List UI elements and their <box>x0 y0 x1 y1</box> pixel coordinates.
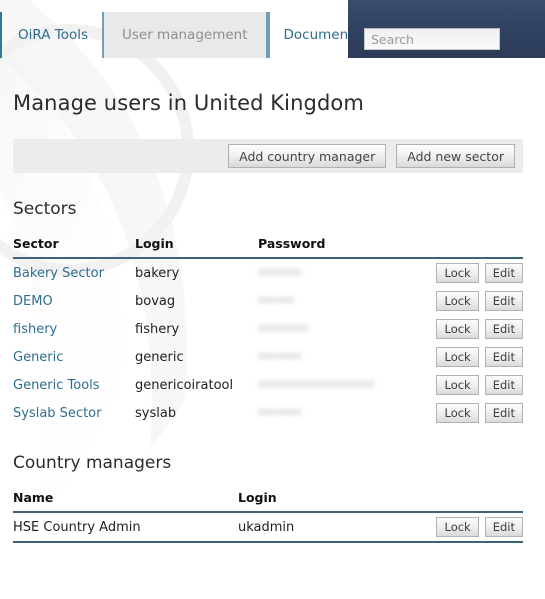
manager-login-cell: ukadmin <box>238 512 428 543</box>
main-content: Manage users in United Kingdom Add count… <box>0 58 545 543</box>
sector-actions-cell: Lock Edit <box>428 287 523 315</box>
sector-name-cell: Generic Tools <box>13 371 135 399</box>
sector-actions-cell: Lock Edit <box>428 343 523 371</box>
edit-button[interactable]: Edit <box>484 375 523 395</box>
add-new-sector-button[interactable]: Add new sector <box>396 144 515 168</box>
edit-button[interactable]: Edit <box>484 291 523 311</box>
password-redacted: •••••• <box>258 349 302 364</box>
lock-button[interactable]: Lock <box>436 263 479 283</box>
edit-button[interactable]: Edit <box>484 347 523 367</box>
password-redacted: ••••• <box>258 293 295 308</box>
sector-password-cell: •••••• <box>258 399 428 427</box>
column-header-manager-login: Login <box>238 490 428 513</box>
lock-button[interactable]: Lock <box>436 517 479 537</box>
sector-link[interactable]: DEMO <box>13 294 53 309</box>
sector-actions-cell: Lock Edit <box>428 399 523 427</box>
sectors-table-header-row: Sector Login Password <box>13 236 523 259</box>
sector-name-cell: Syslab Sector <box>13 399 135 427</box>
column-header-sector: Sector <box>13 236 135 259</box>
sector-actions-cell: Lock Edit <box>428 258 523 287</box>
password-redacted: •••••• <box>258 405 302 420</box>
lock-button[interactable]: Lock <box>436 403 479 423</box>
sectors-table-body: Bakery Sector bakery •••••• Lock Edit DEMO bov… <box>13 258 523 427</box>
table-row: Generic Tools genericoiratool ••••••••••••… <box>13 371 523 399</box>
edit-button[interactable]: Edit <box>484 517 523 537</box>
edit-button[interactable]: Edit <box>484 319 523 339</box>
sector-link[interactable]: Bakery Sector <box>13 266 104 281</box>
column-header-name: Name <box>13 490 238 513</box>
table-row: Syslab Sector syslab •••••• Lock Edit <box>13 399 523 427</box>
sector-actions-cell: Lock Edit <box>428 315 523 343</box>
sector-password-cell: •••••• <box>258 258 428 287</box>
tab-oira-tools-label: OiRA Tools <box>18 27 88 43</box>
password-redacted: ••••••• <box>258 321 309 336</box>
sectors-heading: Sectors <box>13 199 77 219</box>
sector-link[interactable]: Syslab Sector <box>13 406 101 421</box>
sector-password-cell: ••••• <box>258 287 428 315</box>
tab-user-management[interactable]: User management <box>102 12 268 58</box>
country-managers-table: Name Login HSE Country Admin ukadmin Lock E… <box>13 490 523 543</box>
managers-table-body: HSE Country Admin ukadmin Lock Edit <box>13 512 523 543</box>
sector-login-cell: fishery <box>135 321 180 337</box>
sector-name-cell: fishery <box>13 315 135 343</box>
sector-login-cell: syslab <box>135 405 177 421</box>
sector-login-cell: bakery <box>135 265 180 281</box>
top-navigation-bar: OiRA Tools User management Documents <box>0 0 545 58</box>
password-redacted: •••••••••••••••• <box>258 377 375 392</box>
tab-oira-tools[interactable]: OiRA Tools <box>0 12 102 58</box>
sector-name-cell: DEMO <box>13 287 135 315</box>
column-header-actions <box>428 236 523 259</box>
sector-link[interactable]: Generic Tools <box>13 378 100 393</box>
column-header-manager-actions <box>428 490 523 513</box>
sector-login-cell: generic <box>135 349 184 365</box>
lock-button[interactable]: Lock <box>436 347 479 367</box>
manager-actions-cell: Lock Edit <box>428 512 523 543</box>
sector-link[interactable]: Generic <box>13 350 63 365</box>
lock-button[interactable]: Lock <box>436 375 479 395</box>
edit-button[interactable]: Edit <box>484 403 523 423</box>
sector-login-cell: bovag <box>135 293 176 309</box>
sector-link[interactable]: fishery <box>13 322 57 337</box>
table-row: fishery fishery ••••••• Lock Edit <box>13 315 523 343</box>
table-row: Generic generic •••••• Lock Edit <box>13 343 523 371</box>
edit-button[interactable]: Edit <box>484 263 523 283</box>
password-redacted: •••••• <box>258 265 302 280</box>
page-title: Manage users in United Kingdom <box>13 91 364 115</box>
table-row: HSE Country Admin ukadmin Lock Edit <box>13 512 523 543</box>
sector-password-cell: ••••••• <box>258 315 428 343</box>
sector-actions-cell: Lock Edit <box>428 371 523 399</box>
nav-tabs: OiRA Tools User management Documents <box>0 0 374 58</box>
sector-password-cell: •••••••••••••••• <box>258 371 428 399</box>
action-toolbar: Add country manager Add new sector <box>13 139 523 173</box>
sector-name-cell: Generic <box>13 343 135 371</box>
lock-button[interactable]: Lock <box>436 319 479 339</box>
managers-table-header-row: Name Login <box>13 490 523 513</box>
sector-login-cell: genericoiratool <box>135 377 234 393</box>
tab-user-management-label: User management <box>122 27 248 43</box>
table-row: Bakery Sector bakery •••••• Lock Edit <box>13 258 523 287</box>
column-header-password: Password <box>258 236 428 259</box>
search-input[interactable] <box>364 28 500 50</box>
column-header-login: Login <box>135 236 258 259</box>
manager-name-cell: HSE Country Admin <box>13 512 238 543</box>
sector-password-cell: •••••• <box>258 343 428 371</box>
add-country-manager-button[interactable]: Add country manager <box>228 144 387 168</box>
sector-name-cell: Bakery Sector <box>13 258 135 287</box>
country-managers-heading: Country managers <box>13 453 172 473</box>
lock-button[interactable]: Lock <box>436 291 479 311</box>
table-row: DEMO bovag ••••• Lock Edit <box>13 287 523 315</box>
sectors-table: Sector Login Password Bakery Sector baker… <box>13 236 523 427</box>
